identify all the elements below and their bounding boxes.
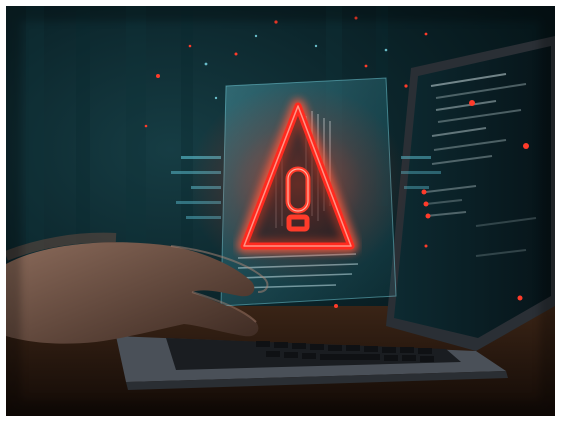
scene-illustration: [6, 6, 555, 416]
laptop-screen: [386, 36, 555, 351]
photo-frame: [6, 6, 555, 416]
